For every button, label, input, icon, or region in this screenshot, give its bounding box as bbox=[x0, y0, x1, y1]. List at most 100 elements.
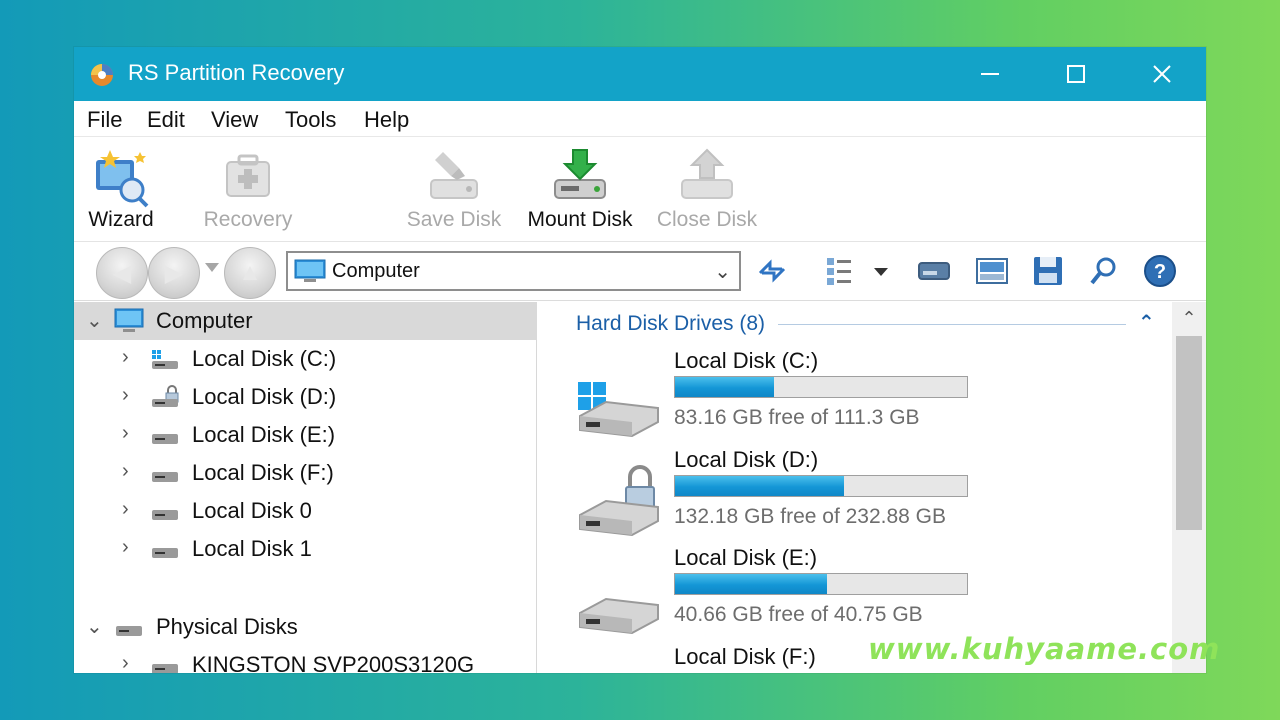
minimize-button[interactable] bbox=[947, 47, 1033, 101]
drive-icon bbox=[579, 597, 659, 635]
wizard-label: Wizard bbox=[88, 208, 154, 231]
disk-free-text: 83.16 GB free of 111.3 GB bbox=[674, 406, 920, 429]
disk-free-text: 40.66 GB free of 40.75 GB bbox=[674, 603, 923, 626]
disk-name: Local Disk (C:) bbox=[674, 348, 819, 373]
help-icon[interactable]: ? bbox=[1142, 253, 1178, 289]
scroll-up-icon[interactable]: ⌃ bbox=[1172, 308, 1206, 332]
disk-usage-fill bbox=[675, 476, 845, 496]
drive-icon bbox=[152, 510, 178, 520]
close-disk-label: Close Disk bbox=[656, 208, 758, 231]
collapse-group-icon[interactable]: ⌃ bbox=[1138, 310, 1155, 335]
drive-icon bbox=[152, 472, 178, 482]
close-icon bbox=[1153, 65, 1171, 83]
disk-tile[interactable]: Local Disk (C:) 83.16 GB free of 111.3 G… bbox=[538, 348, 1158, 446]
menu-tools[interactable]: Tools bbox=[285, 107, 336, 133]
tree-label-computer: Computer bbox=[156, 308, 253, 333]
folder-tree: ⌄ Computer › Local Disk (C:) › Local Dis… bbox=[74, 302, 537, 673]
svg-text:?: ? bbox=[1154, 261, 1166, 283]
history-dropdown-icon[interactable] bbox=[205, 263, 219, 272]
windows-drive-icon bbox=[152, 350, 178, 369]
disk-name: Local Disk (E:) bbox=[674, 545, 818, 570]
wizard-button[interactable]: Wizard bbox=[80, 138, 162, 242]
back-arrow-icon: ◀ bbox=[112, 259, 132, 287]
locked-drive-icon bbox=[152, 385, 179, 407]
tree-label: Local Disk (C:) bbox=[192, 346, 337, 371]
save-icon[interactable] bbox=[1030, 253, 1066, 289]
disk-usage-bar bbox=[674, 573, 968, 595]
toolbar: Wizard Recovery Save Disk Mount Disk Clo… bbox=[74, 138, 1206, 242]
recovery-button[interactable]: Recovery bbox=[198, 138, 298, 242]
chevron-down-icon[interactable]: ⌄ bbox=[86, 614, 103, 639]
maximize-icon bbox=[1067, 65, 1085, 83]
image-icon[interactable] bbox=[974, 253, 1010, 289]
tree-item[interactable]: › Local Disk (F:) bbox=[74, 454, 537, 492]
chevron-right-icon[interactable]: › bbox=[122, 346, 129, 369]
disk-name: Local Disk (F:) bbox=[674, 644, 816, 669]
view-dropdown-icon[interactable] bbox=[870, 253, 892, 289]
save-disk-label: Save Disk bbox=[406, 208, 502, 231]
view-options-icon[interactable] bbox=[824, 253, 860, 289]
window-title: RS Partition Recovery bbox=[128, 60, 345, 85]
watermark-text: www.kuhyaame.com bbox=[868, 632, 1221, 666]
minimize-icon bbox=[981, 73, 999, 75]
recovery-icon bbox=[226, 154, 270, 197]
close-disk-button[interactable]: Close Disk bbox=[654, 138, 760, 242]
menu-view[interactable]: View bbox=[211, 107, 258, 133]
disk-usage-fill bbox=[675, 377, 775, 397]
menu-edit[interactable]: Edit bbox=[147, 107, 185, 133]
tree-label: Local Disk (F:) bbox=[192, 460, 334, 485]
tree-item[interactable]: › Local Disk 1 bbox=[74, 530, 537, 568]
windows-drive-icon bbox=[578, 382, 659, 438]
maximize-button[interactable] bbox=[1033, 47, 1119, 101]
title-bar[interactable]: RS Partition Recovery bbox=[74, 47, 1206, 101]
computer-icon bbox=[114, 308, 144, 332]
back-button[interactable]: ◀ bbox=[96, 247, 148, 299]
disk-free-text: 132.18 GB free of 232.88 GB bbox=[674, 505, 947, 528]
chevron-right-icon[interactable]: › bbox=[122, 422, 129, 445]
mount-disk-button[interactable]: Mount Disk bbox=[518, 138, 642, 242]
app-logo-icon bbox=[91, 64, 113, 86]
mount-disk-label: Mount Disk bbox=[527, 208, 633, 231]
disk-tile[interactable]: Local Disk (E:) 40.66 GB free of 40.75 G… bbox=[538, 545, 1158, 643]
chevron-right-icon[interactable]: › bbox=[122, 536, 129, 559]
close-button[interactable] bbox=[1119, 47, 1205, 101]
wizard-icon bbox=[96, 150, 149, 208]
tree-label: Local Disk (E:) bbox=[192, 422, 336, 447]
tree-item[interactable]: › Local Disk (E:) bbox=[74, 416, 537, 454]
mount-disk-icon bbox=[554, 149, 606, 199]
tree-item[interactable]: › Local Disk 0 bbox=[74, 492, 537, 530]
chevron-down-icon[interactable]: ⌄ bbox=[714, 259, 731, 284]
tree-item[interactable]: › KINGSTON SVP200S3120G bbox=[74, 646, 537, 673]
content-pane: Hard Disk Drives (8) ⌃ Local Disk (C:) 8… bbox=[538, 302, 1206, 673]
menu-help[interactable]: Help bbox=[364, 107, 409, 133]
tree-label: KINGSTON SVP200S3120G bbox=[192, 652, 475, 673]
forward-button[interactable]: ▶ bbox=[148, 247, 200, 299]
group-title: Hard Disk Drives (8) bbox=[576, 312, 766, 335]
app-window: RS Partition Recovery File Edit View Too… bbox=[74, 47, 1206, 673]
up-button[interactable]: ▲ bbox=[224, 247, 276, 299]
drive-icon bbox=[152, 548, 178, 558]
menu-bar: File Edit View Tools Help bbox=[74, 101, 1206, 137]
chevron-right-icon[interactable]: › bbox=[122, 460, 129, 483]
scrollbar-thumb[interactable] bbox=[1176, 336, 1202, 530]
disk-name: Local Disk (D:) bbox=[674, 447, 819, 472]
chevron-right-icon[interactable]: › bbox=[122, 384, 129, 407]
tree-item[interactable]: › Local Disk (D:) bbox=[74, 378, 537, 416]
tree-item[interactable]: › Local Disk (C:) bbox=[74, 340, 537, 378]
chevron-down-icon[interactable]: ⌄ bbox=[86, 308, 103, 333]
vertical-scrollbar[interactable]: ⌃ bbox=[1172, 302, 1206, 673]
disk-tile[interactable]: Local Disk (D:) 132.18 GB free of 232.88… bbox=[538, 447, 1158, 545]
tree-item-physical-disks[interactable]: ⌄ Physical Disks bbox=[74, 608, 537, 646]
drive-icon[interactable] bbox=[916, 253, 952, 289]
address-combobox[interactable]: Computer ⌄ bbox=[286, 251, 741, 291]
chevron-right-icon[interactable]: › bbox=[122, 498, 129, 521]
refresh-icon[interactable] bbox=[754, 253, 790, 289]
tree-item-computer[interactable]: ⌄ Computer bbox=[74, 302, 537, 340]
drive-icon bbox=[116, 626, 142, 636]
address-value: Computer bbox=[332, 260, 420, 282]
menu-file[interactable]: File bbox=[87, 107, 122, 133]
search-icon[interactable] bbox=[1086, 253, 1122, 289]
tree-label: Local Disk 0 bbox=[192, 498, 312, 523]
chevron-right-icon[interactable]: › bbox=[122, 652, 129, 673]
save-disk-button[interactable]: Save Disk bbox=[404, 138, 504, 242]
